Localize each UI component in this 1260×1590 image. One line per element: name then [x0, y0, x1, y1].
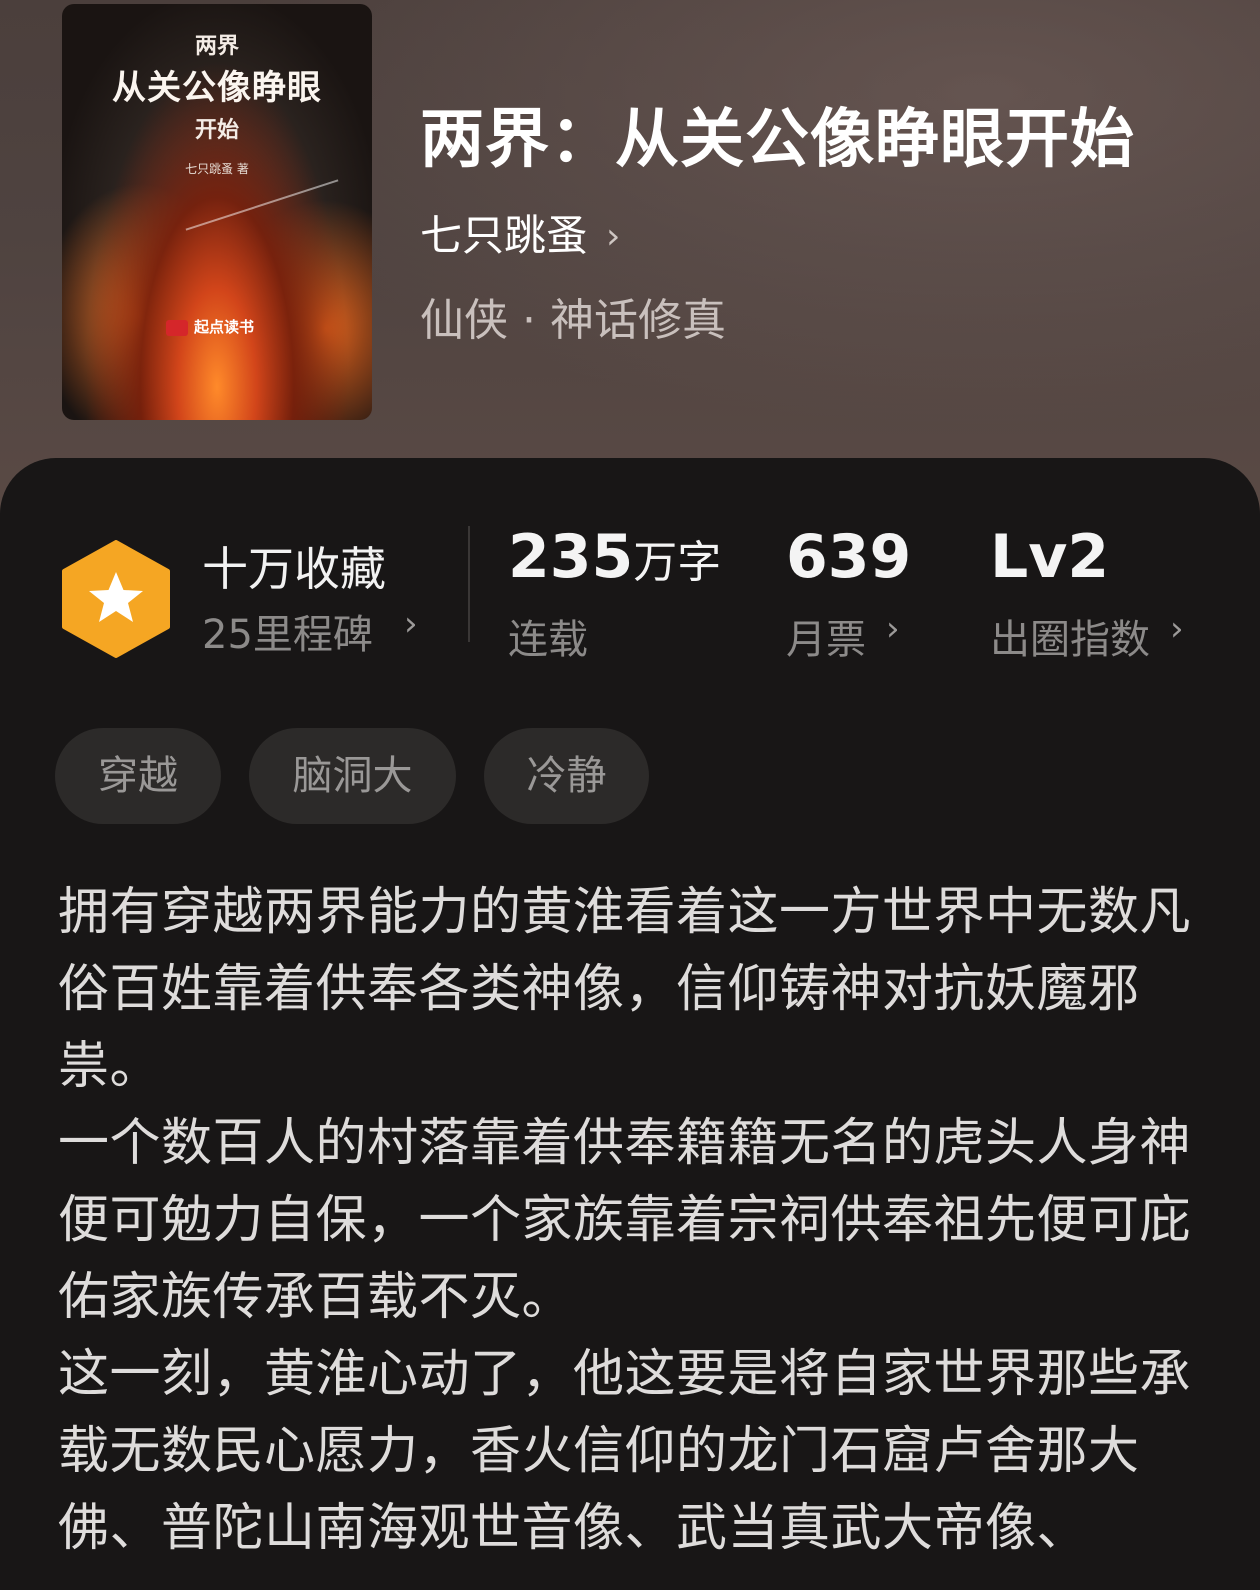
chevron-right-icon: › [404, 604, 418, 644]
cover-text-line1: 两界 [194, 34, 239, 59]
author-name: 七只跳蚤 [420, 211, 589, 260]
stats-divider [468, 526, 470, 642]
description-paragraph: 这一刻，黄淮心动了，他这要是将自家世界那些承载无数民心愿力，香火信仰的龙门石窟卢… [58, 1345, 1192, 1558]
tag-chip[interactable]: 脑洞大 [249, 728, 456, 824]
cover-author-text: 七只跳蚤 著 [185, 162, 249, 176]
serial-status: 连载 [508, 617, 588, 663]
chevron-right-icon: › [606, 216, 621, 257]
cover-brand-text: 起点读书 [194, 318, 255, 336]
cover-text-line2: 从关公像睁眼 [112, 68, 322, 108]
book-description[interactable]: 拥有穿越两界能力的黄淮看着这一方世界中无数凡俗百姓靠着供奉各类神像，信仰铸神对抗… [58, 874, 1208, 1567]
word-count-stat: 235万字 [508, 522, 721, 592]
word-count-unit: 万字 [633, 537, 722, 588]
milestone-star-icon [62, 540, 170, 658]
author-link[interactable]: 七只跳蚤 › [420, 202, 620, 263]
description-paragraph: 拥有穿越两界能力的黄淮看着这一方世界中无数凡俗百姓靠着供奉各类神像，信仰铸神对抗… [58, 883, 1192, 1096]
cover-brand-logo: 起点读书 [166, 316, 254, 337]
tag-chip[interactable]: 穿越 [55, 728, 221, 824]
description-paragraph: 一个数百人的村落靠着供奉籍籍无名的虎头人身神便可勉力自保，一个家族靠着宗祠供奉祖… [58, 1114, 1192, 1327]
monthly-votes-label[interactable]: 月票 [786, 607, 866, 665]
cover-lightning-decoration [185, 179, 339, 231]
book-title: 两界：从关公像睁眼开始 [420, 103, 1135, 177]
book-header: 两界 从关公像睁眼 开始 七只跳蚤 著 起点读书 两界：从关公像睁眼开始 七只跳… [0, 0, 1260, 520]
book-genre: 仙侠 · 神话修真 [420, 295, 726, 346]
chevron-right-icon: › [886, 609, 900, 649]
cover-text-line3: 开始 [194, 118, 239, 143]
book-cover-image[interactable]: 两界 从关公像睁眼 开始 七只跳蚤 著 起点读书 [62, 4, 372, 420]
word-count-number: 235 [508, 522, 634, 592]
popularity-index-number[interactable]: Lv2 [990, 522, 1109, 592]
popularity-index-label[interactable]: 出圈指数 [990, 607, 1150, 665]
chevron-right-icon: › [1170, 609, 1184, 649]
brand-mark-icon [166, 319, 188, 336]
collection-milestone-title[interactable]: 十万收藏 [202, 533, 386, 599]
collection-milestone-sub[interactable]: 25里程碑 [202, 602, 373, 660]
monthly-votes-number[interactable]: 639 [786, 522, 911, 592]
tag-chip[interactable]: 冷静 [484, 728, 649, 824]
